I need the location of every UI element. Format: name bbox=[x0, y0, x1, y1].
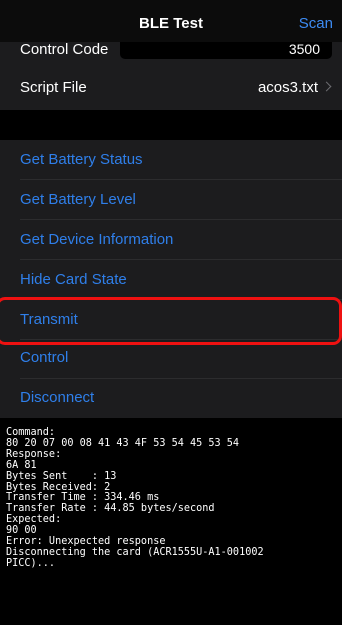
script-file-label: Script File bbox=[20, 79, 87, 96]
chevron-right-icon bbox=[321, 81, 332, 92]
log-console[interactable]: Command: 80 20 07 00 08 41 43 4F 53 54 4… bbox=[0, 418, 342, 625]
control-code-value: 3500 bbox=[288, 41, 320, 57]
get-battery-status-button[interactable]: Get Battery Status bbox=[0, 140, 342, 180]
transmit-highlight-box bbox=[0, 297, 342, 345]
nav-title: BLE Test bbox=[139, 15, 203, 32]
action-label: Get Battery Status bbox=[20, 151, 143, 168]
action-label: Get Battery Level bbox=[20, 191, 136, 208]
scan-button[interactable]: Scan bbox=[299, 15, 333, 32]
script-file-value: acos3.txt bbox=[257, 79, 318, 96]
get-device-information-button[interactable]: Get Device Information bbox=[0, 220, 342, 260]
control-code-label: Control Code bbox=[20, 41, 109, 58]
script-file-row[interactable]: Script File acos3.txt bbox=[0, 64, 342, 110]
action-label: Hide Card State bbox=[20, 271, 127, 288]
action-label: Disconnect bbox=[20, 389, 95, 406]
log-text: Command: 80 20 07 00 08 41 43 4F 53 54 4… bbox=[6, 427, 264, 569]
actions-list: Get Battery Status Get Battery Level Get… bbox=[0, 140, 342, 418]
hide-card-state-button[interactable]: Hide Card State bbox=[0, 260, 342, 300]
navigation-bar: BLE Test Scan bbox=[0, 0, 342, 42]
section-gap bbox=[0, 110, 342, 140]
disconnect-button[interactable]: Disconnect bbox=[0, 378, 342, 418]
get-battery-level-button[interactable]: Get Battery Level bbox=[0, 180, 342, 220]
action-label: Get Device Information bbox=[20, 231, 174, 248]
action-label: Control bbox=[20, 349, 69, 366]
